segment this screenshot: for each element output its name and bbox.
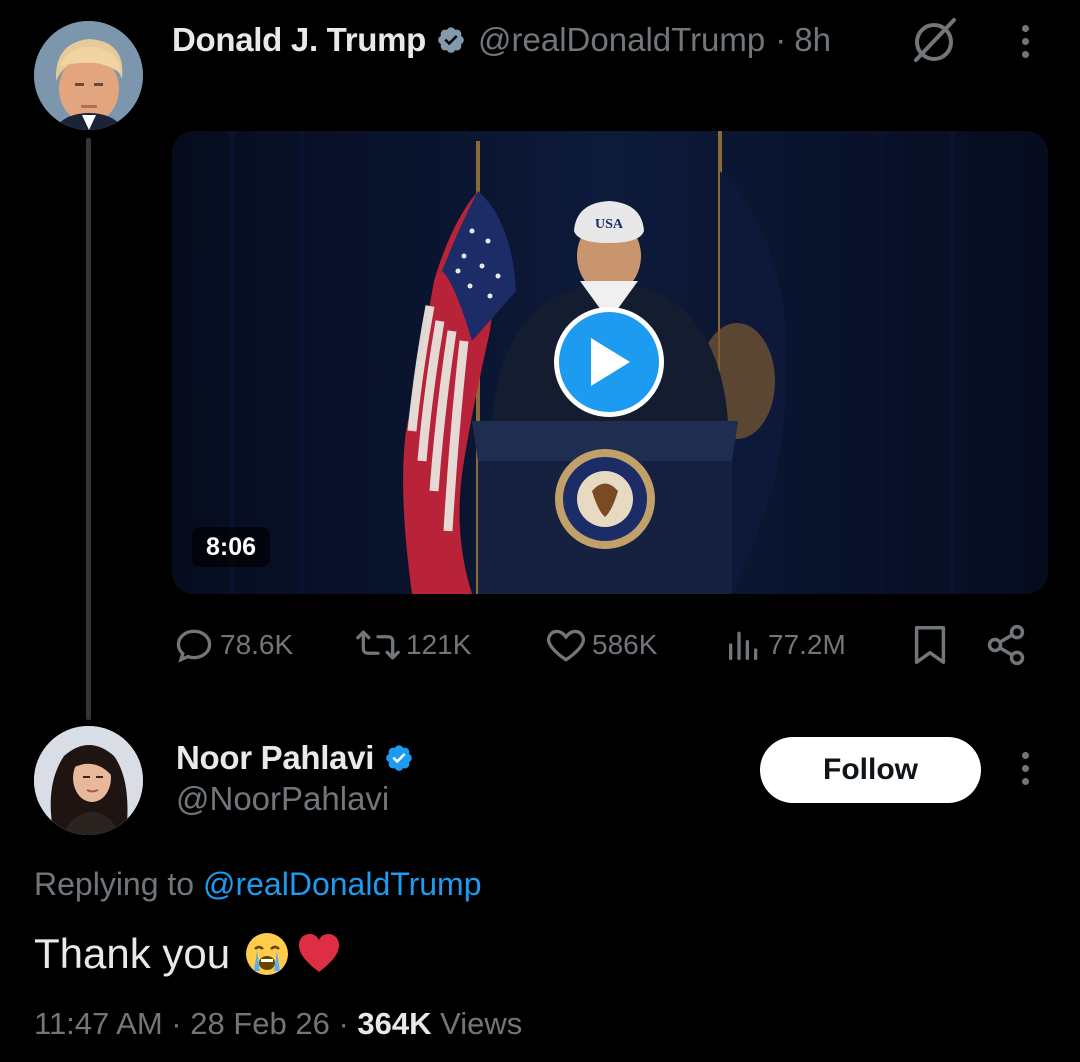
views-button[interactable]: 77.2M [724, 620, 846, 670]
tweet-actions: 78.6K 121K 586K 77.2M [172, 620, 1032, 670]
separator-dot: · [775, 21, 787, 58]
reply-timestamp[interactable]: 11:47 AM · 28 Feb 26 · [34, 1006, 349, 1041]
reply-views-label: Views [440, 1006, 523, 1041]
heart-icon [547, 629, 585, 662]
author-handle[interactable]: @realDonaldTrump [478, 21, 765, 59]
video-duration: 8:06 [192, 527, 271, 567]
reply-author-name[interactable]: Noor Pahlavi [176, 739, 374, 777]
views-icon [729, 631, 758, 660]
reply-button[interactable]: 78.6K [172, 620, 293, 670]
repost-count: 121K [406, 629, 472, 660]
red-heart-icon [299, 934, 340, 972]
reply-author-row: Noor Pahlavi [176, 737, 414, 779]
replying-to-line: Replying to @realDonaldTrump [34, 866, 482, 903]
loudly-crying-face-icon [246, 933, 289, 975]
verified-badge-icon [438, 27, 464, 53]
views-count: 77.2M [768, 629, 846, 660]
replying-handle-link[interactable]: @realDonaldTrump [203, 866, 482, 902]
repost-button[interactable]: 121K [354, 620, 471, 670]
repost-icon [356, 630, 400, 660]
bookmark-icon[interactable] [910, 622, 950, 668]
tweet-header: Donald J. Trump @realDonaldTrump · 8h [172, 18, 831, 62]
author-name[interactable]: Donald J. Trump [172, 21, 426, 59]
reply-icon [176, 629, 212, 663]
hat-text: USA [595, 217, 624, 232]
reply-text-content: Thank you [34, 930, 231, 977]
follow-button[interactable]: Follow [760, 737, 981, 803]
noor-avatar[interactable] [34, 726, 143, 835]
grok-icon[interactable] [908, 14, 960, 66]
play-icon [591, 338, 630, 386]
share-icon[interactable] [984, 622, 1028, 668]
reply-text: Thank you [34, 930, 342, 978]
reply-count: 78.6K [220, 629, 294, 660]
more-options-icon[interactable] [1020, 25, 1030, 65]
like-count: 586K [592, 629, 658, 660]
reply-author-handle[interactable]: @NoorPahlavi [176, 780, 389, 818]
trump-avatar[interactable] [34, 21, 143, 130]
replying-prefix: Replying to [34, 866, 195, 902]
tweet-time[interactable]: 8h [794, 21, 831, 59]
play-button[interactable] [554, 307, 664, 417]
reply-views-count: 364K [357, 1006, 432, 1041]
video-media[interactable]: USA 8:06 [172, 131, 1048, 594]
like-button[interactable]: 586K [544, 620, 657, 670]
reply-more-options-icon[interactable] [1020, 752, 1030, 792]
thread-connector-line [86, 138, 91, 720]
reply-metadata: 11:47 AM · 28 Feb 26 · 364K Views [34, 1006, 522, 1042]
verified-badge-icon [386, 745, 412, 771]
